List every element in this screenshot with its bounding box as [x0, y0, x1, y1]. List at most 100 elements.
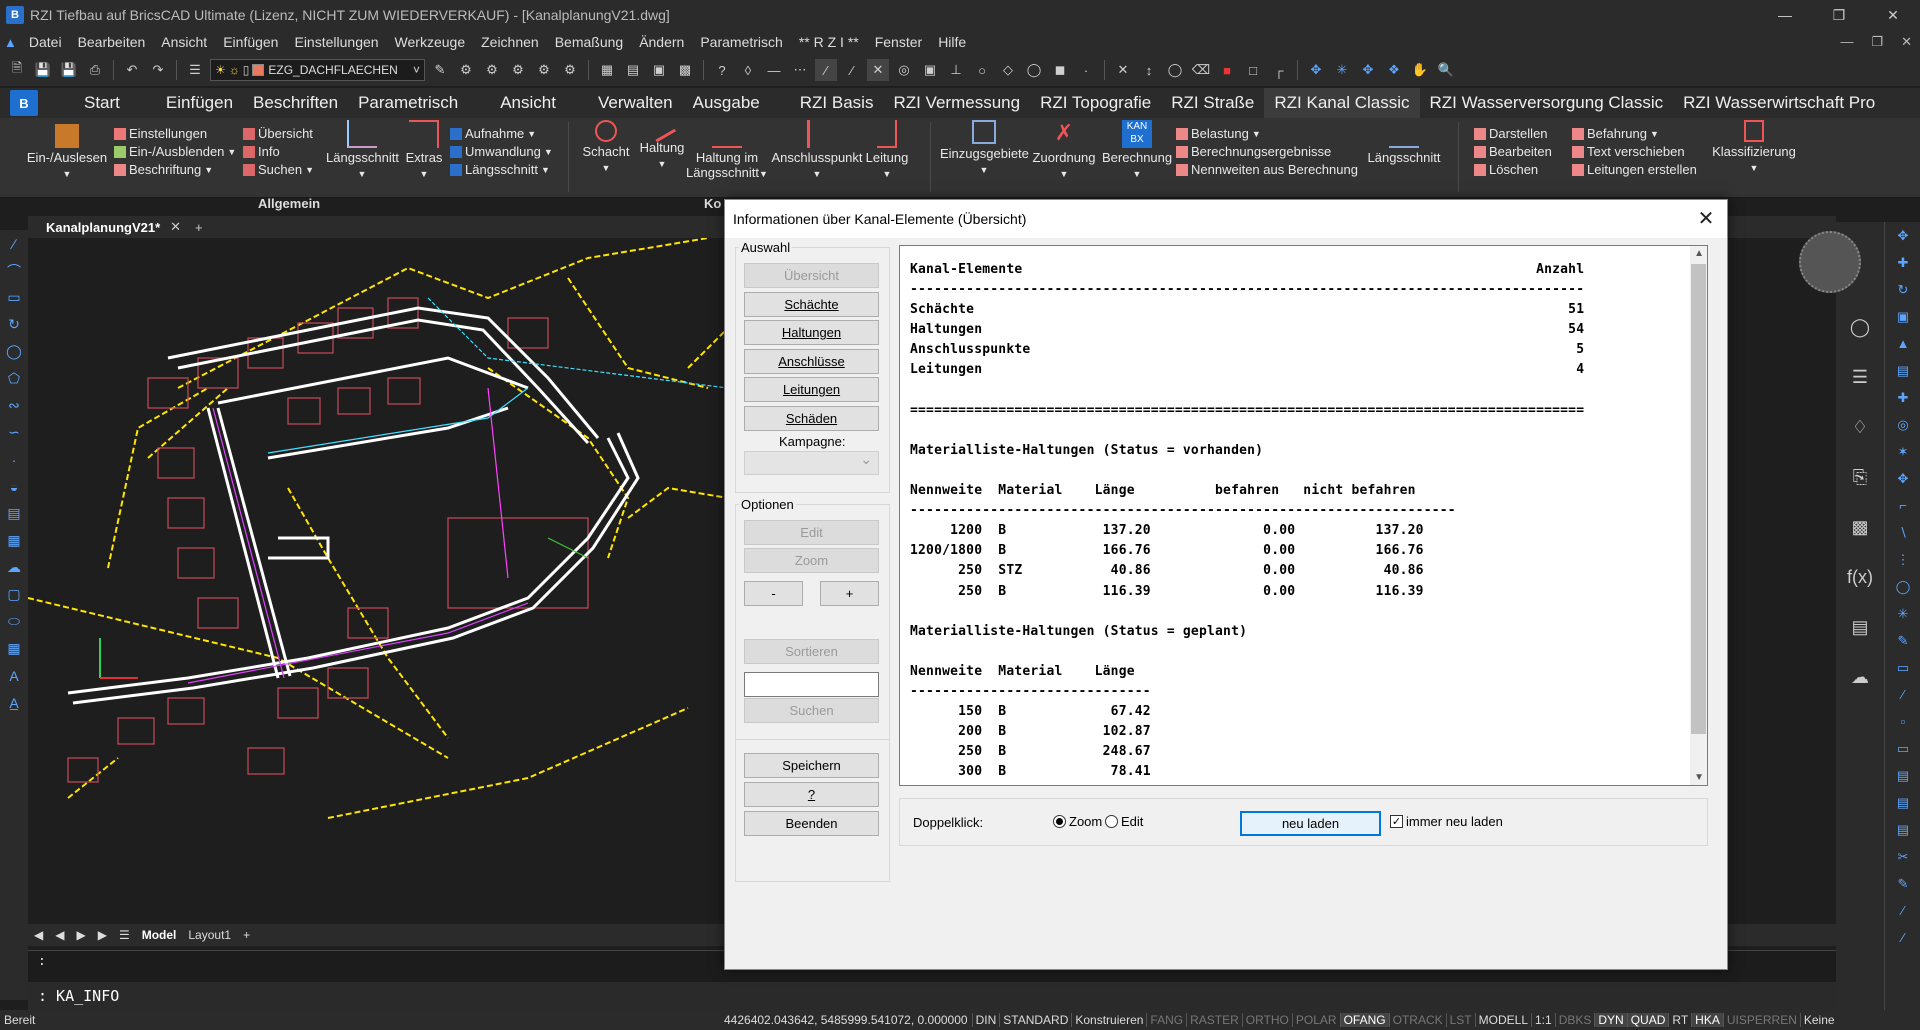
- ein-auslesen-button[interactable]: Ein-/Auslesen ▼: [22, 124, 112, 180]
- suchen-button[interactable]: Suchen ▼: [243, 162, 314, 177]
- hatch-panel-icon[interactable]: ▩: [1836, 502, 1884, 552]
- menu-einfuegen[interactable]: Einfügen: [215, 34, 286, 50]
- properties-match-icon[interactable]: ▤: [1885, 762, 1920, 789]
- status-toggle-otrack[interactable]: OTRACK: [1388, 1013, 1446, 1027]
- brush-tool-icon[interactable]: ✎: [1885, 870, 1920, 897]
- zoom-icon[interactable]: 🔍: [1435, 59, 1457, 81]
- scale-icon[interactable]: ▣: [1885, 303, 1920, 330]
- minus-button[interactable]: -: [744, 581, 803, 606]
- menu-aendern[interactable]: Ändern: [631, 34, 692, 50]
- uebersicht-button[interactable]: Übersicht: [243, 126, 313, 141]
- tab-kanalplanung[interactable]: KanalplanungV21*: [28, 220, 170, 235]
- layer-tool4-icon[interactable]: ⚙: [533, 59, 555, 81]
- uebersicht-button[interactable]: Übersicht: [744, 263, 879, 288]
- menu-werkzeuge[interactable]: Werkzeuge: [387, 34, 474, 50]
- line-icon[interactable]: —: [763, 59, 785, 81]
- menu-einstellungen[interactable]: Einstellungen: [286, 34, 386, 50]
- menu-fenster[interactable]: Fenster: [867, 34, 930, 50]
- ein-ausblenden-button[interactable]: Ein-/Ausblenden ▼: [114, 144, 236, 159]
- loeschen-button[interactable]: Löschen: [1474, 162, 1538, 177]
- haltung-im-laengsschnitt-button[interactable]: Haltung im Längsschnitt▼: [684, 120, 770, 180]
- status-toggle-ortho[interactable]: ORTHO: [1241, 1013, 1292, 1027]
- function-icon[interactable]: f(x): [1836, 552, 1884, 602]
- command-line[interactable]: : KA_INFO: [28, 982, 1836, 1010]
- status-toggle-dbks[interactable]: DBKS: [1554, 1013, 1595, 1027]
- trim-icon[interactable]: ✶: [1885, 438, 1920, 465]
- tab-layout1[interactable]: Layout1: [182, 928, 237, 942]
- menu-datei[interactable]: Datei: [21, 34, 70, 50]
- tab-ansicht[interactable]: Ansicht: [468, 88, 588, 118]
- report-textbox[interactable]: Kanal-Elemente Anzahl ------------------…: [899, 245, 1708, 786]
- schaeden-button[interactable]: Schäden: [744, 406, 879, 431]
- zoom-button[interactable]: Zoom: [744, 548, 879, 573]
- cloud-tool-icon[interactable]: ☁: [0, 554, 28, 581]
- clear-icon[interactable]: ◯: [1164, 59, 1186, 81]
- extras-button[interactable]: Extras ▼: [402, 120, 446, 180]
- fillet-icon[interactable]: ⌐: [1885, 492, 1920, 519]
- extend-icon[interactable]: ✥: [1885, 465, 1920, 492]
- boundary-tool-icon[interactable]: ▦: [0, 527, 28, 554]
- status-toggle-1-1[interactable]: 1:1: [1531, 1013, 1555, 1027]
- add-layout-icon[interactable]: +: [237, 928, 256, 942]
- tab-parametrisch[interactable]: Parametrisch: [348, 88, 468, 118]
- pan-icon[interactable]: ✥: [1305, 59, 1327, 81]
- curve-tool-icon[interactable]: ∽: [0, 419, 28, 446]
- status-toggle-polar[interactable]: POLAR: [1291, 1013, 1340, 1027]
- snap-toggle-icon[interactable]: ◊: [737, 59, 759, 81]
- snap-none-icon[interactable]: ✕: [1112, 59, 1134, 81]
- neu-laden-button[interactable]: neu laden: [1240, 811, 1381, 836]
- join-icon[interactable]: ◯: [1885, 573, 1920, 600]
- paperclip-icon[interactable]: ⎘: [1836, 452, 1884, 502]
- plus-button[interactable]: +: [820, 581, 879, 606]
- menu-bemassung[interactable]: Bemaßung: [547, 34, 631, 50]
- array-icon[interactable]: ✚: [1885, 384, 1920, 411]
- leitung-button[interactable]: Leitung ▼: [862, 120, 912, 180]
- new-icon[interactable]: 🗎: [6, 59, 28, 81]
- sliders-icon[interactable]: ☰: [1836, 352, 1884, 402]
- stop-icon[interactable]: ■: [1216, 59, 1238, 81]
- status-toggle-keine[interactable]: Keine: [1799, 1013, 1838, 1027]
- edit-button[interactable]: Edit: [744, 520, 879, 545]
- umwandlung-button[interactable]: Umwandlung ▼: [450, 144, 553, 159]
- status-toggle-konstruieren[interactable]: Konstruieren: [1071, 1013, 1146, 1027]
- sheet-icon[interactable]: ▣: [648, 59, 670, 81]
- status-toggle-raster[interactable]: RASTER: [1186, 1013, 1242, 1027]
- save-as-icon[interactable]: 💾: [58, 59, 80, 81]
- undo-icon[interactable]: ↶: [121, 59, 143, 81]
- arc-tool-icon[interactable]: ⌒: [0, 257, 28, 284]
- ruler-icon[interactable]: ↕: [1138, 59, 1160, 81]
- klassifizierung-button[interactable]: Klassifizierung ▼: [1706, 120, 1802, 174]
- snap-quad-icon[interactable]: ◇: [997, 59, 1019, 81]
- lengthen-icon[interactable]: ▭: [1885, 735, 1920, 762]
- orbit-icon[interactable]: ✳: [1331, 59, 1353, 81]
- cloud-upload-icon[interactable]: ☁: [1836, 652, 1884, 702]
- explorer-icon[interactable]: ▤: [622, 59, 644, 81]
- laengsschnitt-button[interactable]: Längsschnitt ▼: [326, 120, 399, 180]
- anschluesse-button[interactable]: Anschlüsse: [744, 349, 879, 374]
- brush-icon[interactable]: ✎: [429, 59, 451, 81]
- snap-node-icon[interactable]: ▣: [919, 59, 941, 81]
- sortieren-button[interactable]: Sortieren: [744, 639, 879, 664]
- beenden-button[interactable]: Beenden: [744, 811, 879, 836]
- tab-model[interactable]: Model: [136, 928, 183, 942]
- status-toggle-uisperren[interactable]: UISPERREN: [1722, 1013, 1800, 1027]
- text-tool-icon[interactable]: A: [0, 662, 28, 689]
- status-toggle-din[interactable]: DIN: [971, 1013, 1000, 1027]
- ellipse-tool-icon[interactable]: ⬭: [0, 608, 28, 635]
- status-toggle-ofang[interactable]: OFANG: [1339, 1013, 1389, 1027]
- darstellen-button[interactable]: Darstellen: [1474, 126, 1548, 141]
- einstellungen-button[interactable]: Einstellungen: [114, 126, 207, 141]
- status-toggle-hka[interactable]: HKA: [1691, 1013, 1723, 1027]
- suchen-button[interactable]: Suchen: [744, 698, 879, 723]
- snap-tangent-icon[interactable]: ○: [971, 59, 993, 81]
- haltungen-button[interactable]: Haltungen: [744, 320, 879, 345]
- schaechte-button[interactable]: Schächte: [744, 292, 879, 317]
- new-tab-icon[interactable]: +: [195, 220, 203, 235]
- befahrung-button[interactable]: Befahrung ▼: [1572, 126, 1659, 141]
- offset-icon[interactable]: ◎: [1885, 411, 1920, 438]
- menu-hilfe[interactable]: Hilfe: [930, 34, 974, 50]
- beschriftung-button[interactable]: Beschriftung ▼: [114, 162, 213, 177]
- image-icon[interactable]: ▩: [674, 59, 696, 81]
- snap-insert-icon[interactable]: ◼: [1049, 59, 1071, 81]
- radio-edit[interactable]: Edit: [1105, 814, 1143, 829]
